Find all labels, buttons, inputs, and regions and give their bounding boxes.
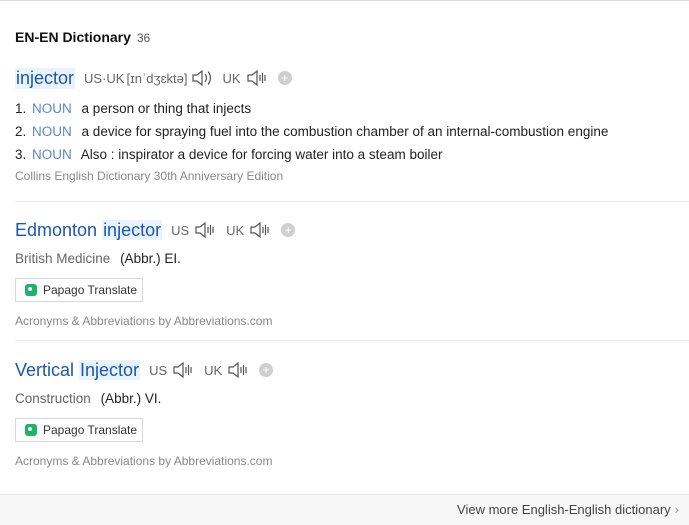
meaning-number: 2. [15,124,27,139]
speaker-icon[interactable] [172,360,194,380]
pronunciation: US UK [171,220,271,240]
section-header: EN-EN Dictionary 36 [15,29,150,45]
pron-region-label: US·UK [84,70,125,86]
field-label: Construction [15,391,91,406]
speaker-icon[interactable] [249,220,271,240]
meaning-text: a device for spraying fuel into the comb… [81,124,609,139]
section-title: EN-EN Dictionary [15,29,131,45]
entry-word-prefix: Edmonton [15,219,103,240]
entry-detail: British Medicine (Abbr.) EI. [15,251,689,266]
papago-translate-button[interactable]: Papago Translate [15,418,143,442]
entry-word[interactable]: Vertical Injector [15,359,141,381]
top-border [0,0,689,1]
pron-uk-label: UK [226,222,245,238]
pron-us-label: US [171,222,190,238]
pronunciation: US UK [149,360,249,380]
abbreviation: (Abbr.) EI. [120,251,181,266]
add-icon[interactable]: + [277,71,292,85]
pron-us-label: US [149,362,168,378]
papago-icon [25,424,37,436]
meaning-number: 3. [15,147,27,162]
dictionary-source: Acronyms & Abbreviations by Abbreviation… [15,454,273,468]
speaker-icon[interactable] [194,220,216,240]
divider [15,340,689,341]
add-icon[interactable]: + [281,223,296,237]
speaker-icon[interactable] [227,360,249,380]
entry-edmonton-injector: Edmonton injector US UK + British Medici… [15,217,689,328]
pronunciation: US·UK [ɪnˈdʒɛktə] UK [84,68,268,88]
pron-uk-label: UK [204,362,223,378]
entry-vertical-injector: Vertical Injector US UK + Construction (… [15,357,689,468]
dictionary-source: Collins English Dictionary 30th Annivers… [15,169,284,183]
part-of-speech: NOUN [32,101,72,116]
entry-word[interactable]: Edmonton injector [15,219,163,241]
chevron-right-icon: › [674,502,679,517]
dictionary-source: Acronyms & Abbreviations by Abbreviation… [15,314,273,328]
papago-translate-button[interactable]: Papago Translate [15,278,143,302]
part-of-speech: NOUN [32,124,72,139]
ipa-text: [ɪnˈdʒɛktə] [126,70,188,86]
entry-word-highlight: Injector [79,359,141,380]
papago-icon [25,284,37,296]
view-more-label: View more English-English dictionary [457,502,671,517]
view-more-link[interactable]: View more English-English dictionary › [457,502,679,517]
meaning-item: 3. NOUN Also : inspirator a device for f… [15,145,689,168]
entry-word[interactable]: injector [15,67,76,89]
papago-label: Papago Translate [43,283,138,297]
entry-detail: Construction (Abbr.) VI. [15,391,689,406]
meaning-item: 1. NOUN a person or thing that injects [15,99,689,122]
speaker-icon[interactable] [191,68,213,88]
part-of-speech: NOUN [32,147,72,162]
meaning-text: a person or thing that injects [81,101,252,116]
meaning-list: 1. NOUN a person or thing that injects 2… [15,99,689,168]
add-icon[interactable]: + [259,363,274,377]
result-count: 36 [136,31,151,45]
field-label: British Medicine [15,251,111,266]
abbreviation: (Abbr.) VI. [100,391,162,406]
meaning-text: Also : inspirator a device for forcing w… [80,147,443,162]
speaker-icon[interactable] [246,68,268,88]
papago-label: Papago Translate [43,423,138,437]
entry-word-highlight: injector [102,219,163,240]
entry-injector: injector US·UK [ɪnˈdʒɛktə] UK + 1. NOUN … [15,65,689,183]
entry-word-prefix: Vertical [15,359,80,380]
meaning-number: 1. [15,101,27,116]
pron-uk-label: UK [222,70,241,86]
meaning-item: 2. NOUN a device for spraying fuel into … [15,122,689,145]
divider [15,201,689,202]
footer-bar: View more English-English dictionary › [0,494,689,525]
